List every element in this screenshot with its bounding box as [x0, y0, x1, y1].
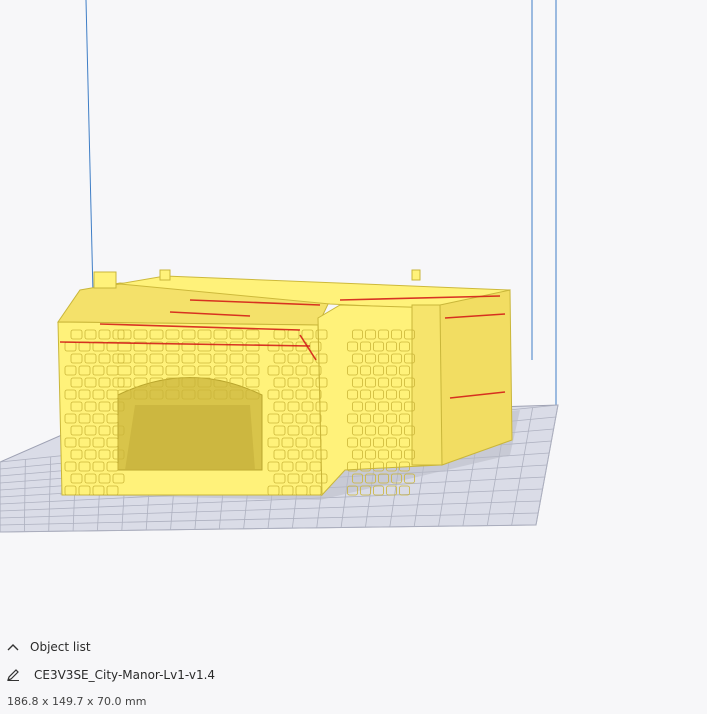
3d-viewport[interactable]: [0, 0, 707, 620]
object-name[interactable]: CE3V3SE_City-Manor-Lv1-v1.4: [34, 668, 215, 682]
model-city-manor[interactable]: [57, 269, 513, 497]
object-list-item[interactable]: CE3V3SE_City-Manor-Lv1-v1.4: [0, 664, 215, 686]
pencil-icon[interactable]: [2, 664, 24, 686]
object-dimensions: 186.8 x 149.7 x 70.0 mm: [7, 695, 147, 708]
object-list-label: Object list: [30, 640, 91, 654]
model-chimney-left: [93, 271, 117, 289]
model-chimney-right: [411, 269, 421, 281]
object-list-header[interactable]: Object list: [0, 636, 91, 658]
model-floor: [125, 405, 255, 470]
object-panel: Object list CE3V3SE_City-Manor-Lv1-v1.4 …: [0, 628, 707, 714]
model-pillar: [411, 304, 443, 466]
chevron-up-icon[interactable]: [2, 636, 24, 658]
model-chimney-mid: [159, 269, 171, 281]
